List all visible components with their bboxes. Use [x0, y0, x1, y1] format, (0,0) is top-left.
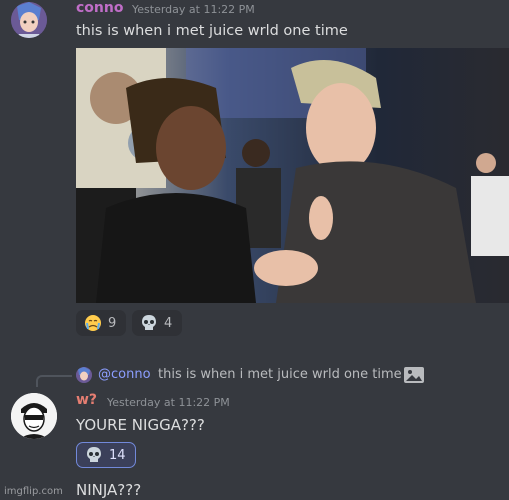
reaction-count: 14: [109, 447, 126, 463]
watermark: imgflip.com: [4, 486, 63, 497]
reply-preview-text[interactable]: this is when i met juice wrld one time: [158, 367, 402, 382]
reaction-skull[interactable]: 14: [76, 442, 136, 468]
reaction-skull[interactable]: 4: [132, 310, 182, 336]
reaction-count: 9: [108, 315, 117, 331]
photo-two-men-icon: [76, 48, 509, 303]
anime-character-icon: [11, 2, 47, 38]
message-content: NINJA???: [76, 481, 142, 499]
reaction-count: 4: [164, 315, 173, 331]
reply-avatar[interactable]: [76, 367, 92, 383]
reply-mention[interactable]: @conno: [98, 367, 151, 382]
message-timestamp: Yesterday at 11:22 PM: [107, 396, 230, 409]
reaction-crying[interactable]: 9: [76, 310, 126, 336]
message-image-attachment[interactable]: [76, 48, 509, 303]
reply-spine: [36, 375, 72, 387]
skull-icon: [87, 447, 101, 462]
skull-icon: [142, 315, 156, 330]
message-content: YOURE NIGGA???: [76, 416, 205, 434]
anime-character-icon: [76, 367, 92, 383]
image-icon: [403, 366, 425, 384]
author-avatar[interactable]: [11, 393, 57, 439]
sketch-portrait-icon: [11, 393, 57, 439]
author-avatar[interactable]: [11, 2, 47, 38]
message-author[interactable]: w?: [76, 392, 97, 408]
message-author[interactable]: conno: [76, 0, 123, 16]
message-content: this is when i met juice wrld one time: [76, 23, 348, 39]
crying-face-icon: [85, 315, 101, 331]
message-timestamp: Yesterday at 11:22 PM: [132, 3, 255, 16]
